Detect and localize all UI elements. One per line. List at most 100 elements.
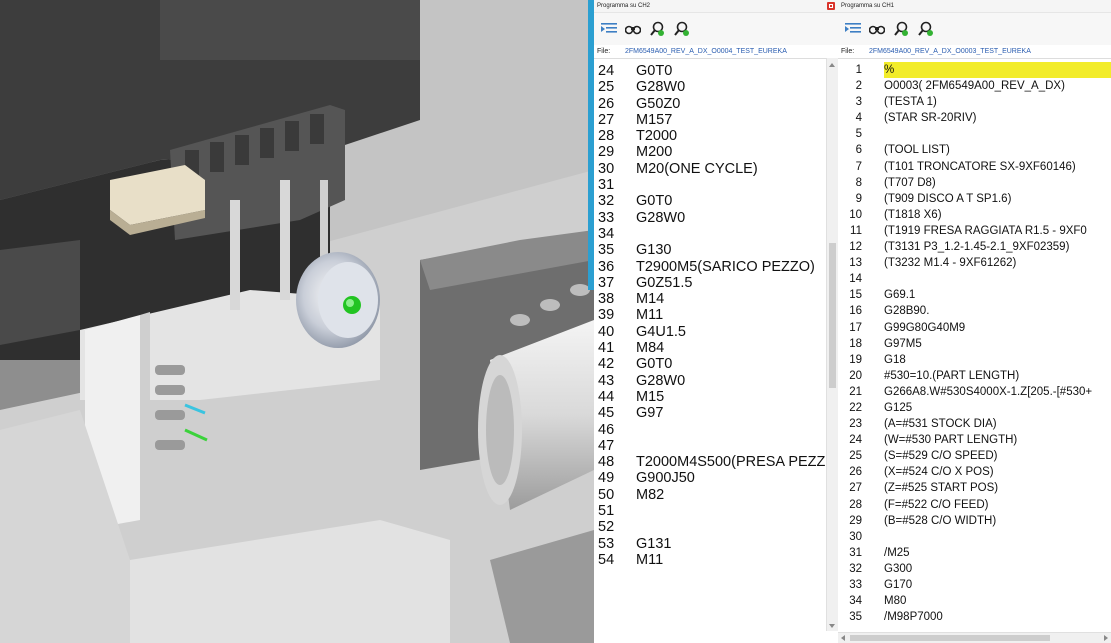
code-line[interactable]: 16 G28B90. [838,303,1111,319]
line-text[interactable]: T2000M4S500(PRESA PEZZ [620,454,825,470]
code-line[interactable]: 45 G97 [594,405,826,421]
code-line[interactable]: 48 T2000M4S500(PRESA PEZZ [594,454,826,470]
code-line[interactable]: 1% [838,62,1111,79]
line-text[interactable]: M20(ONE CYCLE) [620,161,758,177]
code-line[interactable]: 26 (X=#524 C/O X POS) [838,464,1111,480]
line-text[interactable]: (TESTA 1) [884,94,937,110]
code-line[interactable]: 28 T2000 [594,128,826,144]
line-text[interactable]: M11 [620,307,663,323]
code-line[interactable]: 12 (T3131 P3_1.2-1.45-2.1_9XF02359) [838,239,1111,255]
line-text[interactable]: (T1919 FRESA RAGGIATA R1.5 - 9XF0 [884,223,1087,239]
line-text[interactable]: (B=#528 C/O WIDTH) [884,513,996,529]
code-line[interactable]: 30 M20(ONE CYCLE) [594,161,826,177]
line-text[interactable]: (T101 TRONCATORE SX-9XF60146) [884,159,1076,175]
line-text[interactable]: % [884,62,1111,79]
code-line[interactable]: 49 G900J50 [594,470,826,486]
line-text[interactable] [620,226,636,242]
line-text[interactable]: G4U1.5 [620,324,686,340]
line-text[interactable]: #530=10.(PART LENGTH) [884,368,1019,384]
code-line[interactable]: 25 (S=#529 C/O SPEED) [838,448,1111,464]
code-line[interactable]: 7 (T101 TRONCATORE SX-9XF60146) [838,159,1111,175]
scroll-up-icon[interactable] [829,63,835,67]
scroll-down-icon[interactable] [829,624,835,628]
code-line[interactable]: 13 (T3232 M1.4 - 9XF61262) [838,255,1111,271]
code-line[interactable]: 25 G28W0 [594,79,826,95]
scroll-left-icon[interactable] [841,635,845,641]
line-text[interactable]: G97M5 [884,336,922,352]
line-text[interactable]: G97 [620,405,663,421]
line-text[interactable]: (A=#531 STOCK DIA) [884,416,997,432]
code-line[interactable]: 18 G97M5 [838,336,1111,352]
code-line[interactable]: 29 (B=#528 C/O WIDTH) [838,513,1111,529]
code-line[interactable]: 6 (TOOL LIST) [838,142,1111,158]
code-line[interactable]: 34 M80 [838,593,1111,609]
code-line[interactable]: 31 [594,177,826,193]
code-line[interactable]: 2 O0003( 2FM6549A00_REV_A_DX) [838,78,1111,94]
code-line[interactable]: 32 G300 [838,561,1111,577]
line-text[interactable]: (T707 D8) [884,175,936,191]
line-text[interactable]: G0T0 [620,356,672,372]
line-text[interactable]: O0003( 2FM6549A00_REV_A_DX) [884,78,1065,94]
code-line[interactable]: 35/M98P7000 [838,609,1111,625]
scroll-thumb[interactable] [850,635,1050,641]
code-line[interactable]: 24 G0T0 [594,63,826,79]
line-text[interactable]: G28W0 [620,210,685,226]
code-line[interactable]: 29 M200 [594,144,826,160]
code-editor[interactable]: 1% 2 O0003( 2FM6549A00_REV_A_DX) 3 (TESTA 1)… [838,62,1111,643]
code-line[interactable]: 5 [838,126,1111,142]
code-line[interactable]: 17 G99G80G40M9 [838,320,1111,336]
scroll-thumb[interactable] [829,243,836,388]
scroll-right-icon[interactable] [1104,635,1108,641]
line-text[interactable]: (F=#522 C/O FEED) [884,497,989,513]
line-text[interactable]: (X=#524 C/O X POS) [884,464,994,480]
line-text[interactable]: G18 [884,352,906,368]
line-text[interactable]: /M98P7000 [884,609,943,625]
line-text[interactable]: (T3131 P3_1.2-1.45-2.1_9XF02359) [884,239,1069,255]
line-text[interactable]: G125 [884,400,912,416]
line-text[interactable]: G0T0 [620,63,672,79]
line-text[interactable] [620,177,636,193]
binoculars-icon[interactable] [868,20,886,38]
line-text[interactable]: (T909 DISCO A T SP1.6) [884,191,1011,207]
code-line[interactable]: 24 (W=#530 PART LENGTH) [838,432,1111,448]
code-line[interactable]: 26 G50Z0 [594,96,826,112]
code-line[interactable]: 50 M82 [594,487,826,503]
line-text[interactable]: G130 [620,242,671,258]
search-green-alt-icon[interactable] [916,20,934,38]
line-text[interactable]: G50Z0 [620,96,680,112]
code-line[interactable]: 20 #530=10.(PART LENGTH) [838,368,1111,384]
line-text[interactable]: /M25 [884,545,910,561]
code-line[interactable]: 10 (T1818 X6) [838,207,1111,223]
code-line[interactable]: 27 (Z=#525 START POS) [838,480,1111,496]
code-line[interactable]: 22 G125 [838,400,1111,416]
code-line[interactable]: 38 M14 [594,291,826,307]
code-editor[interactable]: 24 G0T0 25 G28W0 26 G50Z0 27 M157 28 T2000 29 M200 3… [594,63,826,643]
vertical-scrollbar[interactable] [826,58,838,631]
code-line[interactable]: 27 M157 [594,112,826,128]
indent-icon[interactable] [844,20,862,38]
line-text[interactable]: (T1818 X6) [884,207,942,223]
line-text[interactable]: G69.1 [884,287,915,303]
line-text[interactable]: M82 [620,487,664,503]
3d-machine-viewport[interactable] [0,0,594,643]
code-line[interactable]: 9 (T909 DISCO A T SP1.6) [838,191,1111,207]
search-green-icon[interactable] [892,20,910,38]
code-line[interactable]: 46 [594,422,826,438]
code-line[interactable]: 44 M15 [594,389,826,405]
line-text[interactable]: M157 [620,112,672,128]
code-line[interactable]: 36 T2900M5(SARICO PEZZO) [594,259,826,275]
code-line[interactable]: 47 [594,438,826,454]
code-line[interactable]: 51 [594,503,826,519]
code-line[interactable]: 53 G131 [594,536,826,552]
search-green-icon[interactable] [648,20,666,38]
line-text[interactable]: (STAR SR-20RIV) [884,110,976,126]
code-line[interactable]: 34 [594,226,826,242]
code-line[interactable]: 35 G130 [594,242,826,258]
code-line[interactable]: 43 G28W0 [594,373,826,389]
indent-icon[interactable] [600,20,618,38]
line-text[interactable]: G300 [884,561,912,577]
line-text[interactable]: G131 [620,536,671,552]
code-line[interactable]: 8 (T707 D8) [838,175,1111,191]
line-text[interactable]: G900J50 [620,470,695,486]
code-line[interactable]: 15 G69.1 [838,287,1111,303]
